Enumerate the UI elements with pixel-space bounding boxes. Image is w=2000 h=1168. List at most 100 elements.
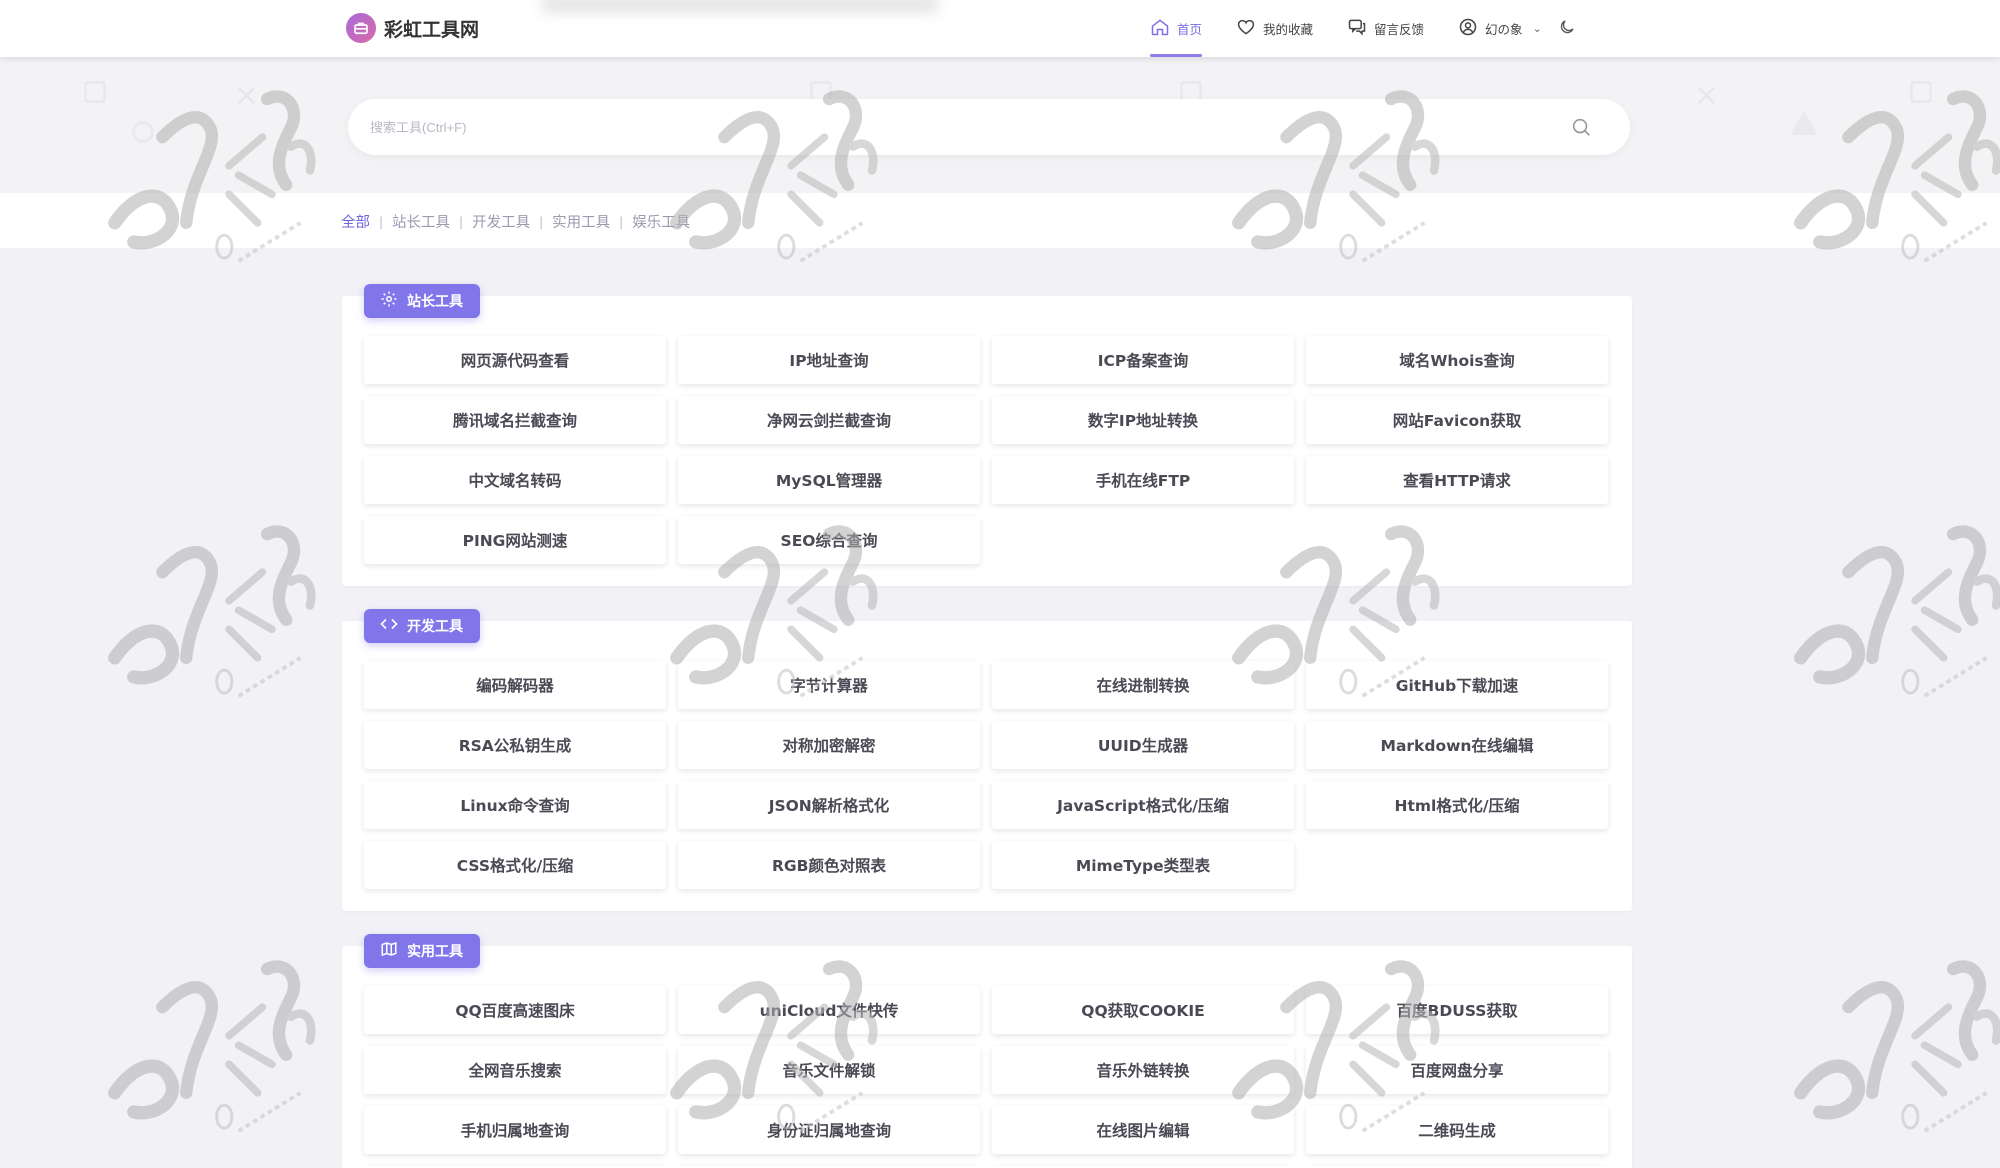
heart-icon [1236, 17, 1263, 40]
tool-card[interactable]: 数字IP地址转换 [992, 396, 1294, 444]
tool-grid: QQ百度高速图床 uniCloud文件快传 QQ获取COOKIE 百度BDUSS… [364, 986, 1608, 1168]
tool-card[interactable]: 手机归属地查询 [364, 1106, 666, 1154]
moon-icon [1558, 18, 1583, 39]
tool-card[interactable]: 净网云剑拦截查询 [678, 396, 980, 444]
tool-card[interactable]: RGB颜色对照表 [678, 841, 980, 889]
decor-triangle-icon [1790, 111, 1818, 135]
tool-card[interactable]: Markdown在线编辑 [1306, 721, 1608, 769]
tool-card[interactable]: 字节计算器 [678, 661, 980, 709]
search-input[interactable] [370, 99, 1550, 155]
watermark-logo [1781, 950, 2000, 1150]
tool-card[interactable]: 域名Whois查询 [1306, 336, 1608, 384]
chat-icon [1347, 17, 1374, 40]
section-badge: 实用工具 [364, 934, 480, 968]
tool-card[interactable]: MimeType类型表 [992, 841, 1294, 889]
tool-card[interactable]: 查看HTTP请求 [1306, 456, 1608, 504]
tool-card[interactable]: Html格式化/压缩 [1306, 781, 1608, 829]
top-shadow-artifact [540, 0, 940, 14]
tool-card[interactable]: 网站Favicon获取 [1306, 396, 1608, 444]
tool-card[interactable]: RSA公私钥生成 [364, 721, 666, 769]
tool-card[interactable]: 编码解码器 [364, 661, 666, 709]
nav-home-label: 首页 [1177, 22, 1203, 37]
decor-cross-icon: × [234, 78, 260, 113]
search-icon[interactable] [1570, 116, 1592, 138]
tool-grid: 编码解码器 字节计算器 在线进制转换 GitHub下载加速 RSA公私钥生成 对… [364, 661, 1608, 889]
section-dev-tools: 开发工具 编码解码器 字节计算器 在线进制转换 GitHub下载加速 RSA公私… [342, 609, 1632, 911]
tool-card[interactable]: CSS格式化/压缩 [364, 841, 666, 889]
tool-card[interactable]: GitHub下载加速 [1306, 661, 1608, 709]
section-utility-tools: 实用工具 QQ百度高速图床 uniCloud文件快传 QQ获取COOKIE 百度… [342, 934, 1632, 1168]
tool-card[interactable]: 网页源代码查看 [364, 336, 666, 384]
tool-card[interactable]: SEO综合查询 [678, 516, 980, 564]
tool-card[interactable]: JSON解析格式化 [678, 781, 980, 829]
section-webmaster-tools: 站长工具 网页源代码查看 IP地址查询 ICP备案查询 域名Whois查询 腾讯… [342, 284, 1632, 586]
tool-card[interactable]: uniCloud文件快传 [678, 986, 980, 1034]
gear-icon [380, 290, 407, 312]
watermark-logo [95, 515, 325, 715]
tool-card[interactable]: PING网站测速 [364, 516, 666, 564]
tool-card[interactable]: 身份证归属地查询 [678, 1106, 980, 1154]
filter-dev[interactable]: 开发工具 [472, 211, 530, 232]
filter-utility[interactable]: 实用工具 [552, 211, 610, 232]
nav-feedback-label: 留言反馈 [1374, 22, 1425, 37]
nav-home[interactable]: 首页 [1150, 0, 1203, 57]
tool-card[interactable]: 二维码生成 [1306, 1106, 1608, 1154]
tool-card[interactable]: 中文域名转码 [364, 456, 666, 504]
tool-card[interactable]: 全网音乐搜索 [364, 1046, 666, 1094]
tool-card[interactable]: JavaScript格式化/压缩 [992, 781, 1294, 829]
top-navbar: 彩虹工具网 首页 我的收藏 留言反馈 幻の象 ⌄ [0, 0, 2000, 57]
code-icon [380, 615, 407, 637]
divider: | [539, 214, 544, 229]
nav-favorites[interactable]: 我的收藏 [1236, 0, 1313, 57]
tool-card[interactable]: 在线进制转换 [992, 661, 1294, 709]
search-banner: × × [0, 57, 2000, 193]
tool-card[interactable]: UUID生成器 [992, 721, 1294, 769]
tool-card[interactable]: 音乐外链转换 [992, 1046, 1294, 1094]
tool-card[interactable]: Linux命令查询 [364, 781, 666, 829]
tool-grid: 网页源代码查看 IP地址查询 ICP备案查询 域名Whois查询 腾讯域名拦截查… [364, 336, 1608, 564]
tool-card[interactable]: 百度网盘分享 [1306, 1046, 1608, 1094]
map-icon [380, 940, 407, 962]
filter-webmaster[interactable]: 站长工具 [392, 211, 450, 232]
decor-circle-icon [132, 121, 154, 143]
divider: | [619, 214, 624, 229]
tool-card[interactable]: QQ百度高速图床 [364, 986, 666, 1034]
section-title: 开发工具 [407, 619, 463, 635]
filter-entertainment[interactable]: 娱乐工具 [632, 211, 690, 232]
user-circle-icon [1458, 17, 1485, 40]
tool-card[interactable]: 百度BDUSS获取 [1306, 986, 1608, 1034]
category-filters: 全部 | 站长工具 | 开发工具 | 实用工具 | 娱乐工具 [341, 211, 690, 232]
site-logo[interactable]: 彩虹工具网 [346, 13, 479, 43]
section-title: 站长工具 [407, 294, 463, 310]
toolbox-icon [346, 13, 376, 43]
chevron-down-icon: ⌄ [1532, 22, 1542, 35]
decor-cross-icon: × [1694, 78, 1720, 113]
divider: | [459, 214, 464, 229]
section-badge: 站长工具 [364, 284, 480, 318]
tool-card[interactable]: 音乐文件解锁 [678, 1046, 980, 1094]
main-nav: 首页 我的收藏 留言反馈 幻の象 ⌄ [1150, 0, 1617, 57]
tool-card[interactable]: MySQL管理器 [678, 456, 980, 504]
nav-feedback[interactable]: 留言反馈 [1347, 0, 1424, 57]
tool-card[interactable]: IP地址查询 [678, 336, 980, 384]
section-title: 实用工具 [407, 944, 463, 960]
tool-card[interactable]: ICP备案查询 [992, 336, 1294, 384]
user-name: 幻の象 [1485, 22, 1523, 37]
tool-card[interactable]: 腾讯域名拦截查询 [364, 396, 666, 444]
tool-card[interactable]: 在线图片编辑 [992, 1106, 1294, 1154]
section-badge: 开发工具 [364, 609, 480, 643]
category-filter-bar: 全部 | 站长工具 | 开发工具 | 实用工具 | 娱乐工具 [0, 193, 2000, 248]
tool-card[interactable]: QQ获取COOKIE [992, 986, 1294, 1034]
theme-toggle[interactable] [1558, 0, 1583, 57]
tool-card[interactable]: 手机在线FTP [992, 456, 1294, 504]
nav-user-menu[interactable]: 幻の象 ⌄ [1458, 0, 1542, 57]
filter-all[interactable]: 全部 [341, 211, 370, 232]
nav-favorites-label: 我的收藏 [1263, 22, 1314, 37]
site-title: 彩虹工具网 [384, 18, 480, 41]
decor-square-icon [84, 81, 106, 103]
tool-card[interactable]: 对称加密解密 [678, 721, 980, 769]
divider: | [379, 214, 384, 229]
watermark-logo [95, 950, 325, 1150]
decor-square-icon [1910, 81, 1932, 103]
watermark-logo [1781, 515, 2000, 715]
